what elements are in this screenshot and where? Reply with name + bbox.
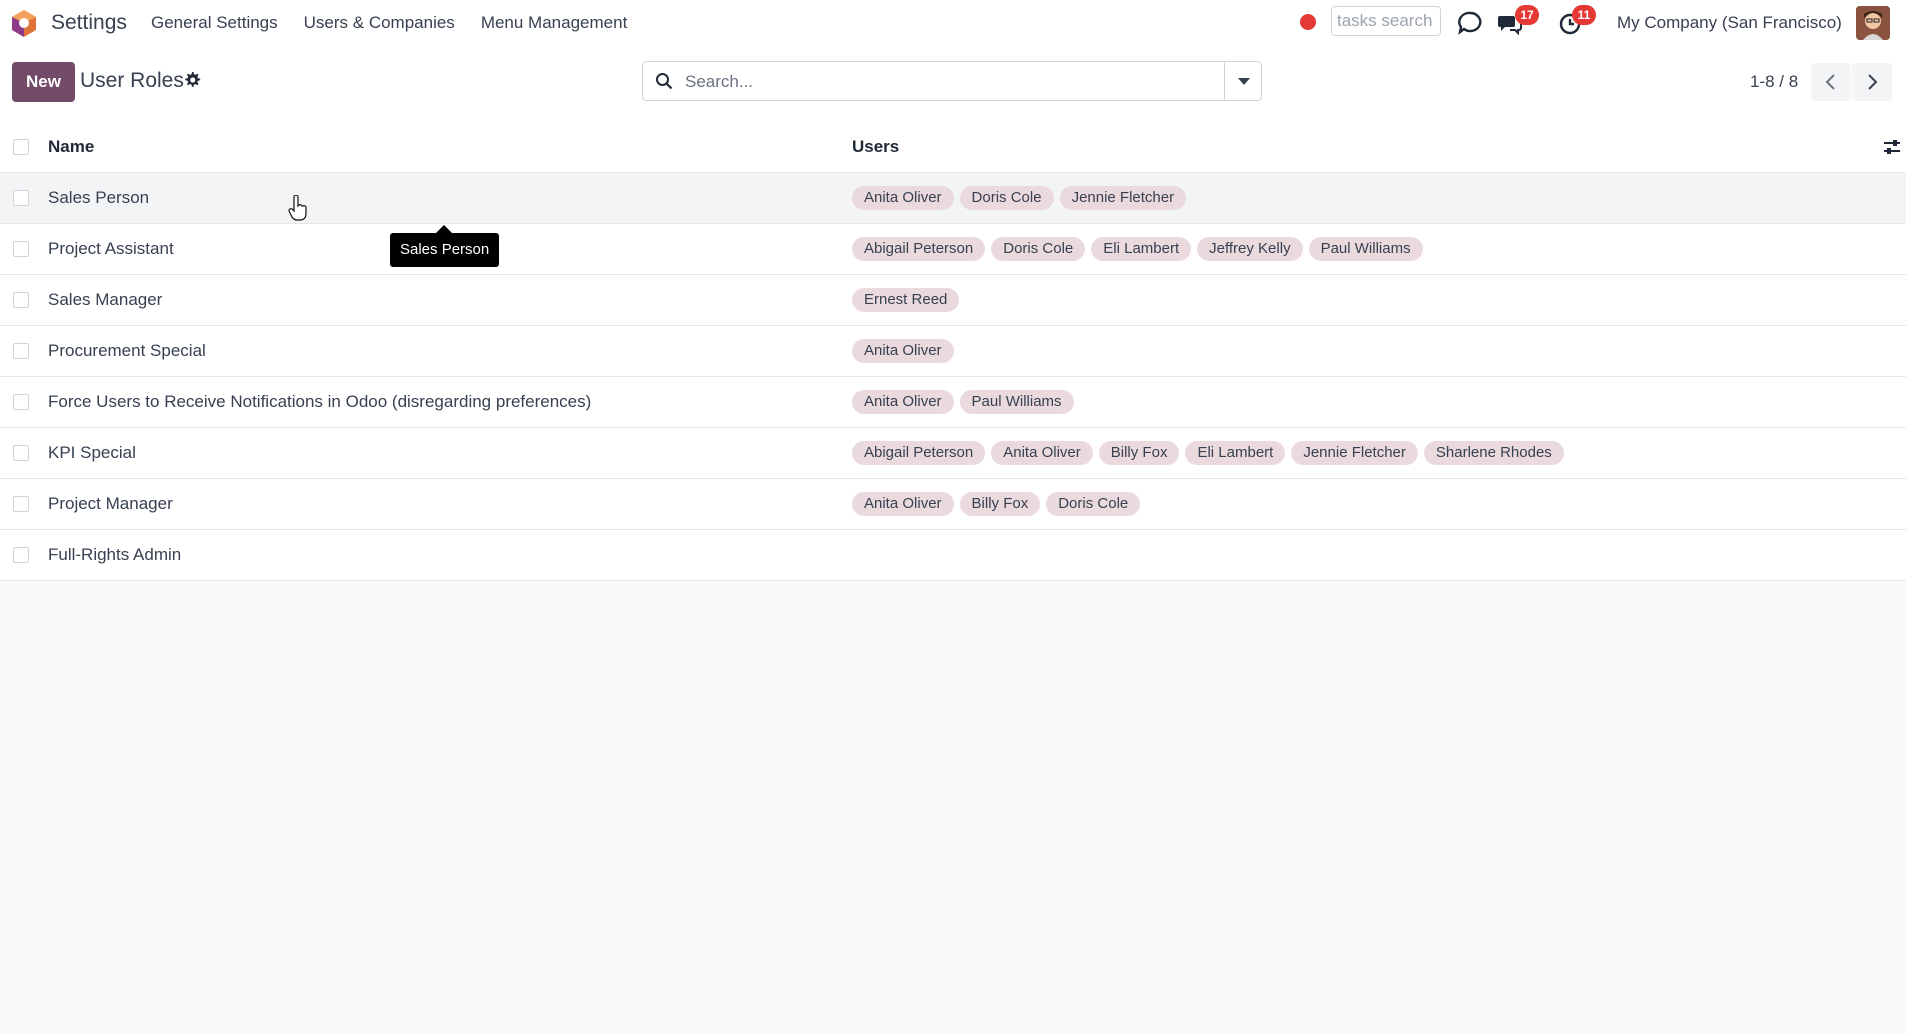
row-checkbox[interactable] xyxy=(13,190,29,206)
control-panel: New User Roles 1-8 / 8 xyxy=(0,46,1906,123)
role-name-cell[interactable]: Project Assistant xyxy=(48,239,174,259)
role-name-cell[interactable]: Force Users to Receive Notifications in … xyxy=(48,392,591,412)
role-name-cell[interactable]: Full-Rights Admin xyxy=(48,545,181,565)
user-tag: Abigail Peterson xyxy=(852,441,986,465)
search-icon xyxy=(656,73,673,90)
user-tag: Jeffrey Kelly xyxy=(1197,237,1303,261)
activity-count-badge: 11 xyxy=(1572,5,1596,25)
page-title: User Roles xyxy=(80,69,184,92)
select-all-checkbox[interactable] xyxy=(13,139,29,155)
role-name-cell[interactable]: KPI Special xyxy=(48,443,136,463)
user-tag: Billy Fox xyxy=(959,492,1041,516)
main-menu: General Settings Users & Companies Menu … xyxy=(151,13,627,33)
user-roles-list: Name Users Sales Person Anita Oliver Doris… xyxy=(0,122,1906,581)
pager-value[interactable]: 1-8 / 8 xyxy=(1750,72,1798,92)
new-button[interactable]: New xyxy=(12,62,75,102)
hand-pointer-cursor-icon xyxy=(288,195,307,221)
recording-indicator-icon[interactable] xyxy=(1300,14,1316,30)
users-cell[interactable]: Anita Oliver xyxy=(852,339,954,365)
top-navbar: Settings General Settings Users & Compan… xyxy=(0,0,1906,46)
chevron-right-icon xyxy=(1868,74,1878,90)
menu-users-companies[interactable]: Users & Companies xyxy=(304,13,455,33)
table-row[interactable]: KPI Special Abigail Peterson Anita Oliver B… xyxy=(0,428,1906,479)
list-header-row: Name Users xyxy=(0,122,1906,173)
pager-previous-button[interactable] xyxy=(1811,63,1851,101)
users-cell[interactable]: Anita Oliver Doris Cole Jennie Fletcher xyxy=(852,186,1187,212)
role-name-cell[interactable]: Project Manager xyxy=(48,494,173,514)
user-tag: Anita Oliver xyxy=(852,186,954,210)
user-tag: Sharlene Rhodes xyxy=(1423,441,1564,465)
table-row[interactable]: Full-Rights Admin xyxy=(0,530,1906,581)
user-tag: Eli Lambert xyxy=(1091,237,1192,261)
menu-general-settings[interactable]: General Settings xyxy=(151,13,278,33)
user-avatar[interactable] xyxy=(1856,6,1890,40)
role-name-cell[interactable]: Procurement Special xyxy=(48,341,206,361)
role-name-cell[interactable]: Sales Person xyxy=(48,188,149,208)
row-checkbox[interactable] xyxy=(13,394,29,410)
search-bar xyxy=(642,61,1262,102)
gear-icon[interactable] xyxy=(183,71,201,89)
pager-next-button[interactable] xyxy=(1852,63,1892,101)
company-switcher[interactable]: My Company (San Francisco) xyxy=(1617,13,1842,33)
user-tag: Jennie Fletcher xyxy=(1059,186,1187,210)
user-tag: Paul Williams xyxy=(1308,237,1423,261)
role-name-cell[interactable]: Sales Manager xyxy=(48,290,162,310)
tasks-search-input[interactable] xyxy=(1331,6,1441,36)
user-tag: Eli Lambert xyxy=(1185,441,1286,465)
row-checkbox[interactable] xyxy=(13,343,29,359)
user-tag: Billy Fox xyxy=(1098,441,1180,465)
users-cell[interactable]: Anita Oliver Billy Fox Doris Cole xyxy=(852,492,1141,518)
row-name-tooltip: Sales Person xyxy=(390,225,500,267)
table-row[interactable]: Project Assistant Abigail Peterson Doris C… xyxy=(0,224,1906,275)
column-header-users[interactable]: Users xyxy=(852,137,899,157)
optional-columns-sliders-icon[interactable] xyxy=(1882,137,1902,157)
table-row[interactable]: Force Users to Receive Notifications in … xyxy=(0,377,1906,428)
row-checkbox[interactable] xyxy=(13,496,29,512)
column-header-name[interactable]: Name xyxy=(48,137,94,157)
user-tag: Ernest Reed xyxy=(852,288,960,312)
chat-bubble-icon[interactable] xyxy=(1457,10,1483,36)
row-checkbox[interactable] xyxy=(13,547,29,563)
chevron-left-icon xyxy=(1825,74,1835,90)
app-name[interactable]: Settings xyxy=(51,11,127,35)
users-cell[interactable]: Abigail Peterson Anita Oliver Billy Fox Eli… xyxy=(852,441,1564,467)
odoo-app-icon[interactable] xyxy=(11,9,37,37)
menu-menu-management[interactable]: Menu Management xyxy=(481,13,627,33)
users-cell[interactable]: Abigail Peterson Doris Cole Eli Lambert Jef… xyxy=(852,237,1423,263)
users-cell[interactable]: Anita Oliver Paul Williams xyxy=(852,390,1074,416)
user-tag: Anita Oliver xyxy=(991,441,1093,465)
user-tag: Anita Oliver xyxy=(852,492,954,516)
user-tag: Abigail Peterson xyxy=(852,237,986,261)
row-checkbox[interactable] xyxy=(13,445,29,461)
search-input[interactable] xyxy=(683,62,1247,102)
user-tag: Jennie Fletcher xyxy=(1291,441,1418,465)
table-row[interactable]: Project Manager Anita Oliver Billy Fox Dori… xyxy=(0,479,1906,530)
table-row[interactable]: Procurement Special Anita Oliver xyxy=(0,326,1906,377)
user-tag: Doris Cole xyxy=(959,186,1054,210)
user-tag: Anita Oliver xyxy=(852,390,954,414)
user-tag: Doris Cole xyxy=(991,237,1086,261)
search-options-toggle-caret-icon[interactable] xyxy=(1224,62,1261,100)
row-checkbox[interactable] xyxy=(13,292,29,308)
messages-count-badge: 17 xyxy=(1515,5,1539,25)
row-checkbox[interactable] xyxy=(13,241,29,257)
users-cell[interactable]: Ernest Reed xyxy=(852,288,960,314)
table-row[interactable]: Sales Person Anita Oliver Doris Cole Jennie… xyxy=(0,173,1906,224)
user-tag: Paul Williams xyxy=(959,390,1074,414)
user-tag: Anita Oliver xyxy=(852,339,954,363)
user-tag: Doris Cole xyxy=(1046,492,1141,516)
table-row[interactable]: Sales Manager Ernest Reed xyxy=(0,275,1906,326)
